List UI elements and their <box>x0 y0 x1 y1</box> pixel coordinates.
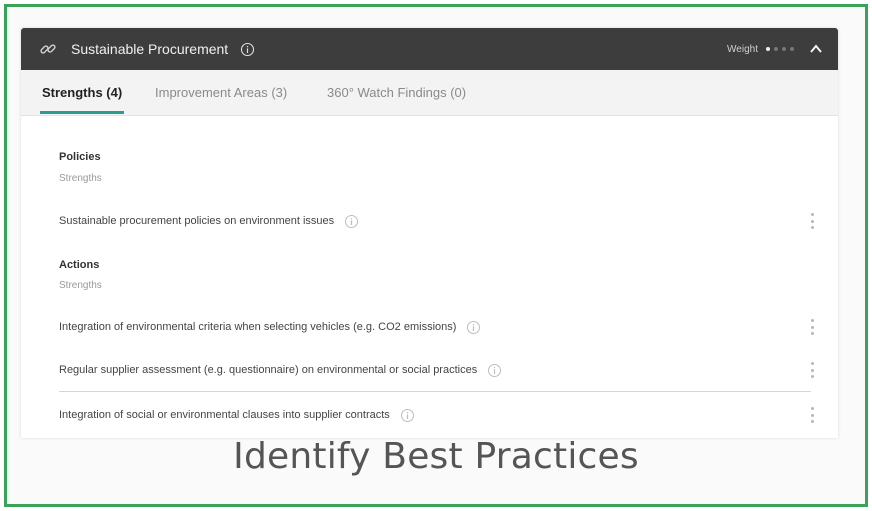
section-subtitle-policies: Strengths <box>59 173 102 184</box>
info-icon[interactable] <box>344 214 359 229</box>
more-options-icon[interactable] <box>807 405 817 425</box>
assessment-card: Sustainable Procurement Weight Strengths… <box>21 28 838 438</box>
weight-indicator <box>766 47 794 51</box>
list-item: Regular supplier assessment (e.g. questi… <box>59 356 814 384</box>
section-subtitle-actions: Strengths <box>59 280 102 291</box>
tab-improvement-areas[interactable]: Improvement Areas (3) <box>155 70 287 116</box>
more-options-icon[interactable] <box>807 211 817 231</box>
tab-strengths[interactable]: Strengths (4) <box>40 70 125 116</box>
weight-label: Weight <box>727 43 758 55</box>
list-item: Sustainable procurement policies on envi… <box>59 207 814 235</box>
header-title: Sustainable Procurement <box>71 41 229 57</box>
list-item: Integration of environmental criteria wh… <box>59 313 814 341</box>
weight-dot <box>790 47 794 51</box>
slide-caption: Identify Best Practices <box>233 436 639 477</box>
card-header[interactable]: Sustainable Procurement Weight <box>21 28 838 70</box>
info-icon[interactable] <box>400 408 415 423</box>
info-icon[interactable] <box>240 42 255 57</box>
strengths-panel: Policies Strengths Sustainable procureme… <box>21 116 838 438</box>
weight-dot <box>766 47 770 51</box>
info-icon[interactable] <box>487 363 502 378</box>
more-options-icon[interactable] <box>807 317 817 337</box>
tab-bar: Strengths (4) Improvement Areas (3) 360°… <box>21 70 838 116</box>
list-item: Integration of social or environmental c… <box>59 401 814 429</box>
slide-frame: Sustainable Procurement Weight Strengths… <box>4 4 868 507</box>
row-divider <box>59 391 811 392</box>
info-icon[interactable] <box>466 320 481 335</box>
section-title-actions: Actions <box>59 259 100 271</box>
weight-dot <box>782 47 786 51</box>
section-title-policies: Policies <box>59 151 101 163</box>
link-icon <box>39 40 57 58</box>
chevron-up-icon[interactable] <box>808 41 824 57</box>
tab-360-watch-findings[interactable]: 360° Watch Findings (0) <box>327 70 466 116</box>
active-tab-indicator <box>40 111 125 114</box>
weight-dot <box>774 47 778 51</box>
more-options-icon[interactable] <box>807 360 817 380</box>
